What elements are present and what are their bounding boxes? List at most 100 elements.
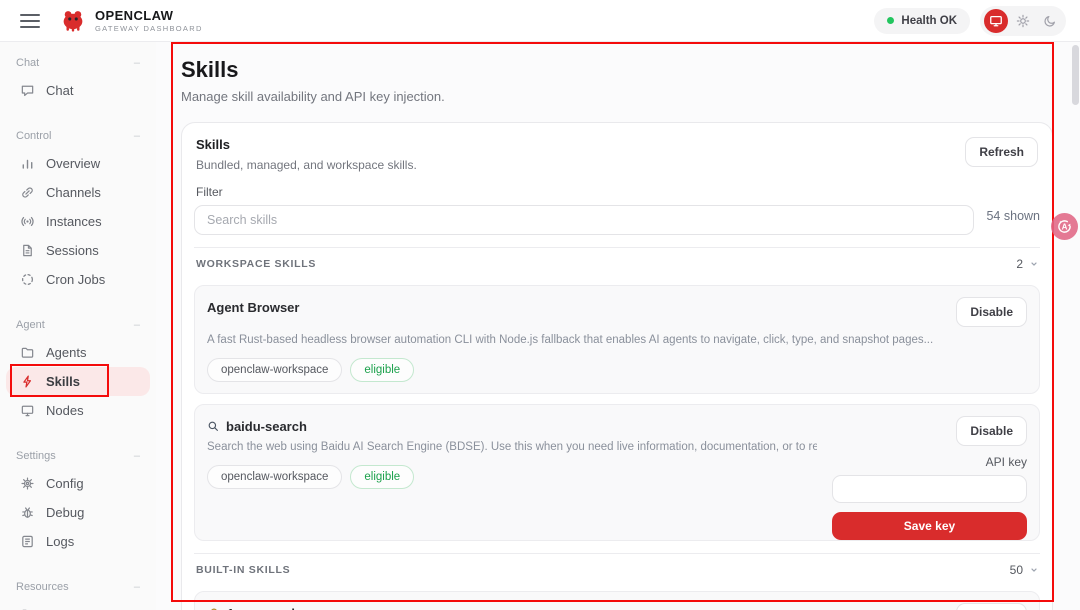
sidebar-item-label: Agents bbox=[46, 345, 86, 360]
brand-title: OPENCLAW bbox=[95, 9, 203, 22]
sidebar-item-docs[interactable]: Docs bbox=[6, 600, 150, 610]
file-icon bbox=[20, 243, 35, 258]
section-label: Control bbox=[16, 130, 51, 142]
vertical-scrollbar-thumb[interactable] bbox=[1072, 45, 1079, 105]
sidebar-section-header-chat[interactable]: Chat – bbox=[0, 54, 156, 72]
group-count-value: 2 bbox=[1016, 257, 1023, 271]
folder-icon bbox=[20, 345, 35, 360]
brand[interactable]: OPENCLAW GATEWAY DASHBOARD bbox=[60, 8, 203, 34]
brand-subtitle: GATEWAY DASHBOARD bbox=[95, 25, 203, 33]
sidebar-section-settings: Settings – Config bbox=[0, 447, 156, 556]
tag-eligible: eligible bbox=[350, 358, 414, 382]
sidebar-item-label: Channels bbox=[46, 185, 101, 200]
translate-extension-badge[interactable]: A bbox=[1051, 213, 1078, 240]
chevron-down-icon[interactable] bbox=[1030, 260, 1038, 268]
chevron-down-icon[interactable] bbox=[1030, 566, 1038, 574]
sidebar-item-skills[interactable]: Skills bbox=[6, 367, 150, 396]
panel-title: Skills bbox=[196, 137, 417, 152]
top-header: OPENCLAW GATEWAY DASHBOARD Health OK bbox=[0, 0, 1080, 42]
refresh-button[interactable]: Refresh bbox=[965, 137, 1038, 167]
group-built-in-skills: BUILT-IN SKILLS 50 bbox=[194, 553, 1040, 610]
skill-card-agent-browser: Agent Browser Disable A fast Rust-based … bbox=[194, 285, 1040, 394]
sidebar-section-header-agent[interactable]: Agent – bbox=[0, 316, 156, 334]
disable-button[interactable]: Disable bbox=[956, 416, 1027, 446]
gear-icon bbox=[20, 476, 35, 491]
sidebar-item-debug[interactable]: Debug bbox=[6, 498, 150, 527]
search-icon bbox=[207, 420, 220, 433]
chat-bubble-icon bbox=[20, 83, 35, 98]
group-count[interactable]: 2 bbox=[1016, 257, 1038, 271]
sidebar-item-instances[interactable]: Instances bbox=[6, 207, 150, 236]
sidebar-item-nodes[interactable]: Nodes bbox=[6, 396, 150, 425]
collapse-minus-icon[interactable]: – bbox=[134, 450, 140, 462]
search-input[interactable] bbox=[194, 205, 974, 235]
bar-chart-icon bbox=[20, 156, 35, 171]
sidebar-section-header-settings[interactable]: Settings – bbox=[0, 447, 156, 465]
group-count[interactable]: 50 bbox=[1010, 563, 1038, 577]
collapse-minus-icon[interactable]: – bbox=[134, 581, 140, 593]
theme-system-monitor-icon[interactable] bbox=[984, 9, 1008, 33]
sidebar-item-agents[interactable]: Agents bbox=[6, 338, 150, 367]
logs-icon bbox=[20, 534, 35, 549]
sidebar-item-label: Nodes bbox=[46, 403, 84, 418]
group-label: BUILT-IN SKILLS bbox=[196, 564, 290, 576]
theme-light-sun-icon[interactable] bbox=[1011, 9, 1035, 33]
sidebar: Chat – Chat Control – bbox=[0, 42, 156, 610]
filter-label: Filter bbox=[196, 185, 1038, 199]
skill-card-1password: 1password Disable Set up and use 1Passwo… bbox=[194, 591, 1040, 610]
lightning-icon bbox=[20, 374, 35, 389]
theme-switcher bbox=[980, 6, 1066, 36]
sidebar-section-header-resources[interactable]: Resources – bbox=[0, 578, 156, 596]
sidebar-item-label: Instances bbox=[46, 214, 102, 229]
sidebar-section-agent: Agent – Agents Skills bbox=[0, 316, 156, 425]
collapse-minus-icon[interactable]: – bbox=[134, 319, 140, 331]
skill-description: A fast Rust-based headless browser autom… bbox=[207, 334, 1027, 346]
sidebar-item-sessions[interactable]: Sessions bbox=[6, 236, 150, 265]
sidebar-section-chat: Chat – Chat bbox=[0, 54, 156, 105]
api-key-input[interactable] bbox=[832, 475, 1027, 503]
disable-button[interactable]: Disable bbox=[956, 603, 1027, 610]
sidebar-item-label: Debug bbox=[46, 505, 84, 520]
hamburger-menu-icon[interactable] bbox=[20, 10, 40, 32]
tag-openclaw-workspace: openclaw-workspace bbox=[207, 358, 342, 382]
skill-name: Agent Browser bbox=[207, 300, 299, 315]
tag-eligible: eligible bbox=[350, 465, 414, 489]
sidebar-item-cron-jobs[interactable]: Cron Jobs bbox=[6, 265, 150, 294]
disable-button[interactable]: Disable bbox=[956, 297, 1027, 327]
sidebar-section-control: Control – Overview Channels bbox=[0, 127, 156, 294]
sidebar-item-label: Sessions bbox=[46, 243, 99, 258]
loader-icon bbox=[20, 272, 35, 287]
skill-description: Search the web using Baidu AI Search Eng… bbox=[207, 441, 817, 453]
health-status-badge: Health OK bbox=[874, 8, 970, 34]
main-content: Skills Manage skill availability and API… bbox=[156, 42, 1080, 610]
sidebar-item-overview[interactable]: Overview bbox=[6, 149, 150, 178]
bug-icon bbox=[20, 505, 35, 520]
skill-card-baidu-search: baidu-search Search the web using Baidu … bbox=[194, 404, 1040, 541]
section-label: Chat bbox=[16, 57, 39, 69]
sidebar-item-config[interactable]: Config bbox=[6, 469, 150, 498]
sidebar-item-label: Config bbox=[46, 476, 84, 491]
group-workspace-skills: WORKSPACE SKILLS 2 Agent Browser Disable… bbox=[194, 247, 1040, 541]
sidebar-item-channels[interactable]: Channels bbox=[6, 178, 150, 207]
sidebar-item-logs[interactable]: Logs bbox=[6, 527, 150, 556]
skill-name: 1password bbox=[227, 606, 295, 610]
theme-dark-moon-icon[interactable] bbox=[1038, 9, 1062, 33]
group-label: WORKSPACE SKILLS bbox=[196, 258, 316, 270]
save-key-button[interactable]: Save key bbox=[832, 512, 1027, 540]
sidebar-item-chat[interactable]: Chat bbox=[6, 76, 150, 105]
broadcast-icon bbox=[20, 214, 35, 229]
sidebar-section-resources: Resources – Docs bbox=[0, 578, 156, 610]
health-dot-icon bbox=[887, 17, 894, 24]
collapse-minus-icon[interactable]: – bbox=[134, 130, 140, 142]
openclaw-logo-icon bbox=[60, 8, 86, 34]
shown-count: 54 shown bbox=[986, 209, 1040, 223]
collapse-minus-icon[interactable]: – bbox=[134, 57, 140, 69]
health-label: Health OK bbox=[901, 15, 957, 27]
sidebar-item-label: Chat bbox=[46, 83, 73, 98]
sidebar-item-label: Overview bbox=[46, 156, 100, 171]
sidebar-item-label: Skills bbox=[46, 374, 80, 389]
page-title: Skills bbox=[181, 56, 1080, 84]
group-count-value: 50 bbox=[1010, 563, 1023, 577]
svg-text:A: A bbox=[1062, 223, 1068, 232]
sidebar-section-header-control[interactable]: Control – bbox=[0, 127, 156, 145]
